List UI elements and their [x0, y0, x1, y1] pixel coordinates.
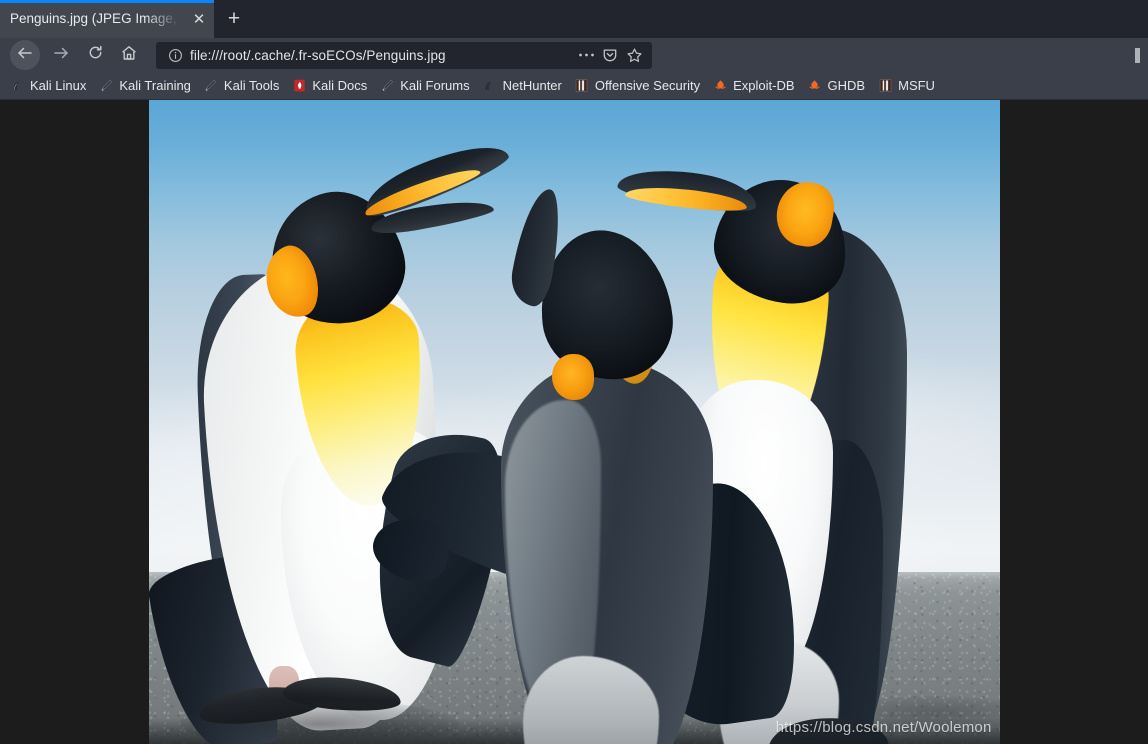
- kali-tool-icon: [203, 78, 219, 94]
- bookmark-label: Kali Linux: [30, 78, 87, 93]
- hamburger-menu-icon[interactable]: [1135, 47, 1140, 63]
- offsec-icon: [877, 78, 893, 94]
- back-arrow-icon: [16, 44, 34, 67]
- bookmark-label: GHDB: [827, 78, 866, 93]
- bookmark-kali-training[interactable]: Kali Training: [93, 75, 198, 97]
- bookmark-label: Kali Training: [119, 78, 191, 93]
- bookmark-ghdb[interactable]: GHDB: [802, 75, 873, 97]
- bookmark-label: Kali Forums: [400, 78, 470, 93]
- pocket-icon[interactable]: [598, 44, 622, 66]
- bookmark-kali-tools[interactable]: Kali Tools: [198, 75, 286, 97]
- reload-button[interactable]: [78, 40, 112, 70]
- bookmark-kali-forums[interactable]: Kali Forums: [374, 75, 476, 97]
- bookmark-label: MSFU: [898, 78, 935, 93]
- bookmark-exploit-db[interactable]: Exploit-DB: [707, 75, 801, 97]
- exploitdb-flame-icon: [712, 78, 728, 94]
- ground-shadow-left: [178, 700, 459, 744]
- bookmark-nethunter[interactable]: NetHunter: [477, 75, 569, 97]
- image-viewer[interactable]: https://blog.csdn.net/Woolemon: [148, 100, 1000, 744]
- watermark-text: https://blog.csdn.net/Woolemon: [775, 719, 992, 736]
- penguin-middle-ear-patch: [551, 354, 594, 400]
- bookmark-label: Exploit-DB: [733, 78, 795, 93]
- url-text[interactable]: file:///root/.cache/.fr-soECOs/Penguins.…: [186, 48, 574, 63]
- star-icon[interactable]: [622, 44, 646, 66]
- navigation-toolbar: file:///root/.cache/.fr-soECOs/Penguins.…: [0, 38, 1148, 72]
- toolbar-overflow-area: [658, 38, 1140, 72]
- kali-docs-book-icon: [291, 78, 307, 94]
- kali-dragon-icon: [482, 78, 498, 94]
- bookmark-msfu[interactable]: MSFU: [872, 75, 942, 97]
- home-icon: [120, 44, 138, 67]
- ellipsis-icon[interactable]: [574, 44, 598, 66]
- reload-icon: [87, 44, 104, 66]
- offsec-icon: [574, 78, 590, 94]
- tab-strip: Penguins.jpg (JPEG Image, 1 ✕ +: [0, 0, 1148, 38]
- bookmark-label: Kali Tools: [223, 78, 280, 93]
- kali-dragon-icon: [9, 78, 25, 94]
- bookmark-offensive-security[interactable]: Offensive Security: [569, 75, 707, 97]
- bookmark-label: Kali Docs: [312, 78, 368, 93]
- bookmark-kali-docs[interactable]: Kali Docs: [286, 75, 374, 97]
- home-button[interactable]: [112, 40, 146, 70]
- forward-button[interactable]: [44, 40, 78, 70]
- forward-arrow-icon: [52, 44, 70, 67]
- address-bar[interactable]: file:///root/.cache/.fr-soECOs/Penguins.…: [156, 41, 652, 69]
- bookmark-label: Offensive Security: [594, 78, 701, 93]
- tab-title: Penguins.jpg (JPEG Image, 1: [10, 11, 188, 26]
- back-button[interactable]: [8, 40, 42, 70]
- page-content-area: https://blog.csdn.net/Woolemon: [0, 100, 1148, 744]
- close-icon[interactable]: ✕: [188, 8, 210, 30]
- bookmark-label: NetHunter: [502, 78, 562, 93]
- exploitdb-flame-icon: [807, 78, 823, 94]
- tab-penguins-jpg[interactable]: Penguins.jpg (JPEG Image, 1 ✕: [0, 0, 214, 38]
- browser-window: Penguins.jpg (JPEG Image, 1 ✕ + file:///…: [0, 0, 1148, 744]
- info-circle-icon[interactable]: [164, 44, 186, 66]
- kali-tool-icon: [98, 78, 114, 94]
- bookmarks-toolbar: Kali Linux Kali Training Kali Tools Kali…: [0, 72, 1148, 100]
- kali-tool-icon: [379, 78, 395, 94]
- new-tab-button[interactable]: +: [214, 0, 254, 38]
- penguins-photograph: [148, 100, 1000, 744]
- bookmark-kali-linux[interactable]: Kali Linux: [4, 75, 93, 97]
